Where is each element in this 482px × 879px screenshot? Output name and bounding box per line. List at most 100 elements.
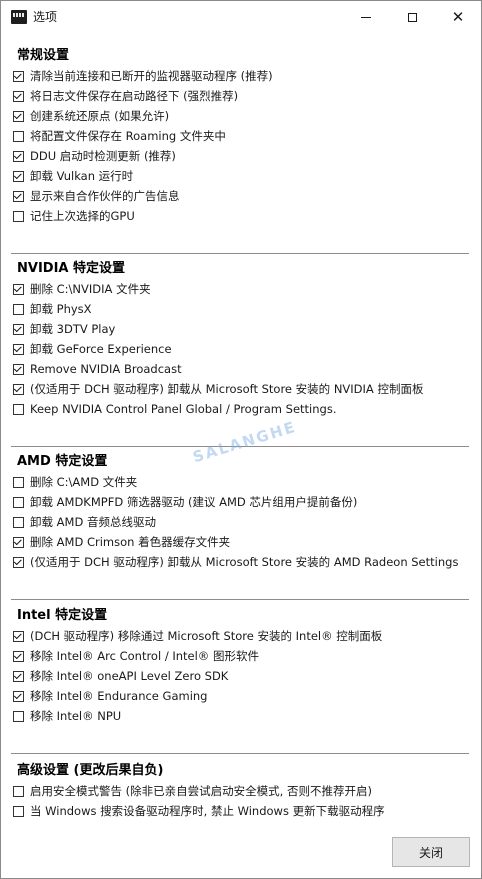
option-advanced-2[interactable]: 当 Windows 搜索设备驱动程序时, 禁止 Windows 更新下载驱动程序 bbox=[13, 801, 469, 821]
option-label: 卸载 AMD 音频总线驱动 bbox=[30, 515, 156, 529]
option-label: 删除 C:\AMD 文件夹 bbox=[30, 475, 138, 489]
option-nvidia-3[interactable]: 卸载 3DTV Play bbox=[13, 319, 469, 339]
option-label: 记住上次选择的GPU bbox=[30, 209, 135, 223]
option-amd-4[interactable]: 删除 AMD Crimson 着色器缓存文件夹 bbox=[13, 532, 469, 552]
option-label: (仅适用于 DCH 驱动程序) 卸载从 Microsoft Store 安装的 … bbox=[30, 555, 459, 569]
section-divider bbox=[11, 599, 469, 600]
section-divider bbox=[11, 253, 469, 254]
section-title-advanced: 高级设置 (更改后果自负) bbox=[17, 763, 164, 778]
minimize-button[interactable] bbox=[343, 1, 389, 33]
option-nvidia-6[interactable]: (仅适用于 DCH 驱动程序) 卸载从 Microsoft Store 安装的 … bbox=[13, 379, 469, 399]
option-general-5[interactable]: DDU 启动时检测更新 (推荐) bbox=[13, 146, 469, 166]
option-general-8[interactable]: 记住上次选择的GPU bbox=[13, 206, 469, 226]
option-label: 清除当前连接和已断开的监视器驱动程序 (推荐) bbox=[30, 69, 273, 83]
option-nvidia-7[interactable]: Keep NVIDIA Control Panel Global / Progr… bbox=[13, 399, 469, 419]
checkbox[interactable] bbox=[13, 556, 24, 568]
option-label: 卸载 AMDKMPFD 筛选器驱动 (建议 AMD 芯片组用户提前备份) bbox=[30, 495, 358, 509]
checkbox[interactable] bbox=[13, 90, 24, 102]
checkbox[interactable] bbox=[13, 650, 24, 662]
minimize-icon bbox=[361, 16, 371, 18]
option-advanced-1[interactable]: 启用安全模式警告 (除非已亲自尝试启动安全模式, 否则不推荐开启) bbox=[13, 781, 469, 801]
checkbox[interactable] bbox=[13, 805, 24, 817]
option-intel-4[interactable]: 移除 Intel® Endurance Gaming bbox=[13, 686, 469, 706]
checkbox[interactable] bbox=[13, 130, 24, 142]
checkbox[interactable] bbox=[13, 403, 24, 415]
option-nvidia-4[interactable]: 卸载 GeForce Experience bbox=[13, 339, 469, 359]
section-divider bbox=[11, 753, 469, 754]
checkbox[interactable] bbox=[13, 516, 24, 528]
option-label: 移除 Intel® Endurance Gaming bbox=[30, 689, 208, 703]
option-label: Remove NVIDIA Broadcast bbox=[30, 362, 182, 376]
option-intel-5[interactable]: 移除 Intel® NPU bbox=[13, 706, 469, 726]
checkbox[interactable] bbox=[13, 110, 24, 122]
option-label: (DCH 驱动程序) 移除通过 Microsoft Store 安装的 Inte… bbox=[30, 629, 383, 643]
section-title-amd: AMD 特定设置 bbox=[17, 454, 108, 469]
option-label: 创建系统还原点 (如果允许) bbox=[30, 109, 170, 123]
options-window: 选项 ✕ 常规设置 清除当前连接和已断开的监视器驱动程序 (推荐) 将日志文件保存在… bbox=[0, 0, 482, 879]
title-bar: 选项 ✕ bbox=[1, 1, 481, 33]
option-label: 当 Windows 搜索设备驱动程序时, 禁止 Windows 更新下载驱动程序 bbox=[30, 804, 385, 818]
option-label: 删除 C:\NVIDIA 文件夹 bbox=[30, 282, 151, 296]
checkbox[interactable] bbox=[13, 210, 24, 222]
option-label: 卸载 PhysX bbox=[30, 302, 92, 316]
option-general-2[interactable]: 将日志文件保存在启动路径下 (强烈推荐) bbox=[13, 86, 469, 106]
checkbox[interactable] bbox=[13, 496, 24, 508]
checkbox[interactable] bbox=[13, 150, 24, 162]
option-general-1[interactable]: 清除当前连接和已断开的监视器驱动程序 (推荐) bbox=[13, 66, 469, 86]
checkbox[interactable] bbox=[13, 303, 24, 315]
option-general-7[interactable]: 显示来自合作伙伴的广告信息 bbox=[13, 186, 469, 206]
checkbox[interactable] bbox=[13, 363, 24, 375]
checkbox[interactable] bbox=[13, 710, 24, 722]
option-amd-5[interactable]: (仅适用于 DCH 驱动程序) 卸载从 Microsoft Store 安装的 … bbox=[13, 552, 469, 572]
option-general-3[interactable]: 创建系统还原点 (如果允许) bbox=[13, 106, 469, 126]
close-button[interactable]: 关闭 bbox=[392, 837, 470, 867]
maximize-button[interactable] bbox=[389, 1, 435, 33]
option-label: 启用安全模式警告 (除非已亲自尝试启动安全模式, 否则不推荐开启) bbox=[30, 784, 372, 798]
section-title-intel: Intel 特定设置 bbox=[17, 608, 108, 623]
option-amd-1[interactable]: 删除 C:\AMD 文件夹 bbox=[13, 472, 469, 492]
option-label: 删除 AMD Crimson 着色器缓存文件夹 bbox=[30, 535, 231, 549]
option-label: 移除 Intel® Arc Control / Intel® 图形软件 bbox=[30, 649, 259, 663]
option-nvidia-5[interactable]: Remove NVIDIA Broadcast bbox=[13, 359, 469, 379]
option-label: 卸载 3DTV Play bbox=[30, 322, 116, 336]
checkbox[interactable] bbox=[13, 630, 24, 642]
section-advanced: 高级设置 (更改后果自负) 启用安全模式警告 (除非已亲自尝试启动安全模式, 否则… bbox=[13, 761, 469, 821]
option-amd-2[interactable]: 卸载 AMDKMPFD 筛选器驱动 (建议 AMD 芯片组用户提前备份) bbox=[13, 492, 469, 512]
option-general-4[interactable]: 将配置文件保存在 Roaming 文件夹中 bbox=[13, 126, 469, 146]
window-close-button[interactable]: ✕ bbox=[435, 1, 481, 33]
checkbox[interactable] bbox=[13, 670, 24, 682]
section-title-nvidia: NVIDIA 特定设置 bbox=[17, 261, 125, 276]
option-intel-1[interactable]: (DCH 驱动程序) 移除通过 Microsoft Store 安装的 Inte… bbox=[13, 626, 469, 646]
option-intel-2[interactable]: 移除 Intel® Arc Control / Intel® 图形软件 bbox=[13, 646, 469, 666]
checkbox[interactable] bbox=[13, 190, 24, 202]
checkbox[interactable] bbox=[13, 476, 24, 488]
checkbox[interactable] bbox=[13, 383, 24, 395]
section-general: 常规设置 清除当前连接和已断开的监视器驱动程序 (推荐) 将日志文件保存在启动路径下… bbox=[13, 46, 469, 226]
option-label: 移除 Intel® NPU bbox=[30, 709, 122, 723]
section-amd: AMD 特定设置删除 C:\AMD 文件夹卸载 AMDKMPFD 筛选器驱动 (… bbox=[13, 452, 469, 572]
option-label: 显示来自合作伙伴的广告信息 bbox=[30, 189, 180, 203]
window-title: 选项 bbox=[33, 10, 58, 24]
option-label: 卸载 GeForce Experience bbox=[30, 342, 172, 356]
option-amd-3[interactable]: 卸载 AMD 音频总线驱动 bbox=[13, 512, 469, 532]
option-general-6[interactable]: 卸载 Vulkan 运行时 bbox=[13, 166, 469, 186]
option-label: 将日志文件保存在启动路径下 (强烈推荐) bbox=[30, 89, 239, 103]
checkbox[interactable] bbox=[13, 690, 24, 702]
option-nvidia-1[interactable]: 删除 C:\NVIDIA 文件夹 bbox=[13, 279, 469, 299]
checkbox[interactable] bbox=[13, 536, 24, 548]
maximize-icon bbox=[407, 12, 417, 22]
ddu-app-icon bbox=[11, 10, 27, 24]
option-nvidia-2[interactable]: 卸载 PhysX bbox=[13, 299, 469, 319]
checkbox[interactable] bbox=[13, 283, 24, 295]
option-intel-3[interactable]: 移除 Intel® oneAPI Level Zero SDK bbox=[13, 666, 469, 686]
option-label: 将配置文件保存在 Roaming 文件夹中 bbox=[30, 129, 226, 143]
option-label: Keep NVIDIA Control Panel Global / Progr… bbox=[30, 402, 337, 416]
checkbox[interactable] bbox=[13, 170, 24, 182]
section-nvidia: NVIDIA 特定设置删除 C:\NVIDIA 文件夹 卸载 PhysX 卸载 3D… bbox=[13, 259, 469, 419]
checkbox[interactable] bbox=[13, 785, 24, 797]
checkbox[interactable] bbox=[13, 70, 24, 82]
checkbox[interactable] bbox=[13, 323, 24, 335]
checkbox[interactable] bbox=[13, 343, 24, 355]
option-label: (仅适用于 DCH 驱动程序) 卸载从 Microsoft Store 安装的 … bbox=[30, 382, 424, 396]
option-label: 移除 Intel® oneAPI Level Zero SDK bbox=[30, 669, 229, 683]
